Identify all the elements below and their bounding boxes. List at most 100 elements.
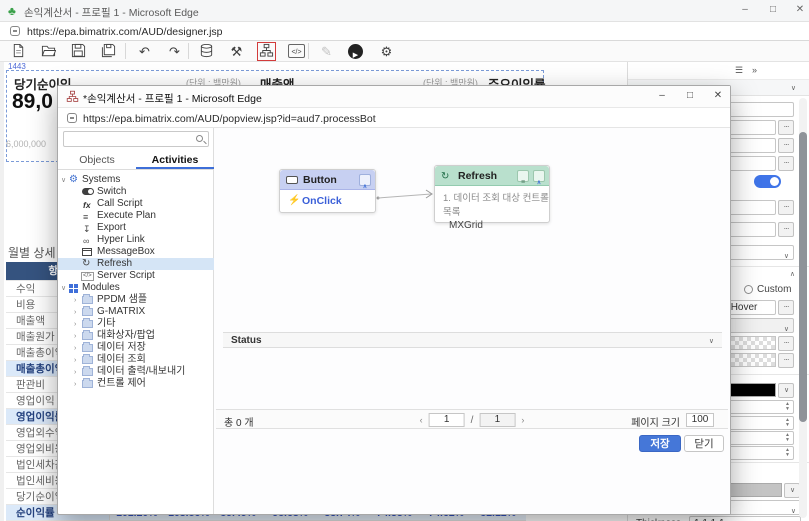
dialog-titlebar: *손익계산서 - 프로필 1 - Microsoft Edge – □ ✕ xyxy=(58,86,730,108)
page-separator: / xyxy=(471,415,474,426)
border-color-swatch[interactable] xyxy=(725,483,782,497)
settings-icon[interactable]: ⚙ xyxy=(378,43,395,60)
maximize-button[interactable]: □ xyxy=(766,4,780,15)
page-size-label: 페이지 크기 xyxy=(631,414,680,429)
dropdown-button[interactable]: ∨ xyxy=(784,483,800,498)
ellipsis-button[interactable]: ··· xyxy=(778,336,794,351)
tree-item-switch[interactable]: Switch xyxy=(58,186,214,198)
process-canvas[interactable]: Button ∧ ⚡ OnClick xyxy=(214,128,730,514)
button-node[interactable]: Button ∧ ⚡ OnClick xyxy=(279,169,376,213)
node-menu-button[interactable]: ≡ xyxy=(517,170,529,182)
tree-folder-데이터 출력/내보내기[interactable]: ›데이터 출력/내보내기 xyxy=(58,366,214,378)
panel-scrollbar-thumb[interactable] xyxy=(799,132,807,422)
process-designer-icon[interactable] xyxy=(258,43,275,60)
save-all-icon[interactable] xyxy=(100,43,117,60)
run-icon[interactable]: ▶ xyxy=(348,44,363,59)
visible-toggle[interactable] xyxy=(754,175,781,188)
total-count: 총 0 개 xyxy=(224,414,254,429)
tools-icon[interactable]: ⚒ xyxy=(228,43,245,60)
menu-icon[interactable]: ☰ xyxy=(735,65,743,76)
process-icon xyxy=(66,90,79,103)
ellipsis-button[interactable]: ··· xyxy=(778,353,794,368)
refresh-node-header[interactable]: ↻ Refresh ≡ ∧ xyxy=(435,166,549,186)
dialog-close-button[interactable]: ✕ xyxy=(711,90,725,101)
toggle-icon xyxy=(82,188,94,195)
chevron-right-icon: › xyxy=(74,379,76,391)
tree-folder-대화상자/팝업[interactable]: ›대화상자/팝업 xyxy=(58,330,214,342)
tree-folder-데이터 저장[interactable]: ›데이터 저장 xyxy=(58,342,214,354)
prev-page-button[interactable]: ‹ xyxy=(420,415,423,425)
ellipsis-button[interactable]: ··· xyxy=(778,120,794,135)
status-panel: Status ∨ xyxy=(223,332,722,348)
tree-root-systems[interactable]: ∨⚙Systems xyxy=(58,174,214,186)
folder-icon xyxy=(82,308,93,316)
open-folder-icon[interactable] xyxy=(40,43,57,60)
tree-item-refresh[interactable]: ↻Refresh xyxy=(58,258,214,270)
status-title: Status xyxy=(231,335,262,346)
redo-icon[interactable]: ↷ xyxy=(166,43,183,60)
dropdown-button[interactable]: ∨ xyxy=(778,383,794,398)
tab-activities[interactable]: Activities xyxy=(136,151,214,169)
ellipsis-button[interactable]: ··· xyxy=(778,300,794,315)
activities-tree: ∨⚙SystemsSwitchfxCall Script≡Execute Pla… xyxy=(58,174,214,390)
ellipsis-button[interactable]: ··· xyxy=(778,138,794,153)
folder-icon xyxy=(82,368,93,376)
chevron-up-icon[interactable]: ∧ xyxy=(790,270,795,278)
tree-item-execute-plan[interactable]: ≡Execute Plan xyxy=(58,210,214,222)
monthly-detail-label: 월별 상세 xyxy=(8,244,56,261)
tree-item-hyper-link[interactable]: ∞Hyper Link xyxy=(58,234,214,246)
tree-item-call-script[interactable]: fxCall Script xyxy=(58,198,214,210)
tree-root-modules[interactable]: ∨Modules xyxy=(58,282,214,294)
tree-folder-PPDM 샘플[interactable]: ›PPDM 샘플 xyxy=(58,294,214,306)
modules-icon xyxy=(69,284,78,293)
collapse-panel-icon[interactable]: » xyxy=(752,65,757,75)
dialog-maximize-button[interactable]: □ xyxy=(683,90,697,101)
next-page-button[interactable]: › xyxy=(521,415,524,425)
ellipsis-button[interactable]: ··· xyxy=(778,200,794,215)
button-node-header[interactable]: Button ∧ xyxy=(280,170,375,190)
collapse-node-button[interactable]: ∧ xyxy=(359,174,371,186)
chevron-down-icon: ∨ xyxy=(791,84,796,92)
pagination-bar: 총 0 개 ‹ 1 / 1 › 페이지 크기 100 xyxy=(216,409,728,429)
undo-icon[interactable]: ↶ xyxy=(136,43,153,60)
dialog-urlbar: https://epa.bimatrix.com/AUD/popview.jsp… xyxy=(58,108,730,128)
edit-icon[interactable]: ✎ xyxy=(318,43,335,60)
save-icon[interactable] xyxy=(70,43,87,60)
tree-folder-G-MATRIX[interactable]: ›G-MATRIX xyxy=(58,306,214,318)
axis-label: 6,000,000 xyxy=(6,139,46,149)
search-input[interactable] xyxy=(63,131,209,147)
save-button[interactable]: 저장 xyxy=(639,435,681,452)
widget-id-marker: 1443 xyxy=(8,62,26,71)
page-size-input[interactable]: 100 xyxy=(686,413,714,427)
tab-objects[interactable]: Objects xyxy=(58,151,136,169)
script-editor-icon[interactable]: </> xyxy=(288,44,305,58)
collapse-node-button[interactable]: ∧ xyxy=(533,170,545,182)
data-source-icon[interactable] xyxy=(198,43,215,60)
tree-folder-컨트롤 제어[interactable]: ›컨트롤 제어 xyxy=(58,378,214,390)
dialog-url-text[interactable]: https://epa.bimatrix.com/AUD/popview.jsp… xyxy=(83,113,376,125)
minimize-button[interactable]: – xyxy=(738,4,752,15)
tree-item-server-script[interactable]: </>Server Script xyxy=(58,270,214,282)
button-node-title: Button xyxy=(303,170,337,190)
event-icon: ⚡ xyxy=(288,195,300,206)
tree-item-messagebox[interactable]: MessageBox xyxy=(58,246,214,258)
tree-folder-데이터 조회[interactable]: ›데이터 조회 xyxy=(58,354,214,366)
folder-icon xyxy=(82,380,93,388)
thickness-field[interactable]: 1 1 1 1 xyxy=(689,516,801,521)
page-input[interactable]: 1 xyxy=(429,413,465,427)
left-gutter xyxy=(0,62,4,521)
screen: ♣ 손익계산서 - 프로필 1 - Microsoft Edge – □ ✕ h… xyxy=(0,0,809,521)
ellipsis-button[interactable]: ··· xyxy=(778,222,794,237)
new-file-icon[interactable] xyxy=(10,43,27,60)
toolbar-divider xyxy=(308,43,309,59)
close-dialog-button[interactable]: 닫기 xyxy=(684,435,724,452)
refresh-node[interactable]: ↻ Refresh ≡ ∧ 1. 데이터 조회 대상 컨트롤 목록 MXGrid xyxy=(434,165,550,223)
ellipsis-button[interactable]: ··· xyxy=(778,156,794,171)
close-button[interactable]: ✕ xyxy=(793,4,807,15)
dialog-minimize-button[interactable]: – xyxy=(655,90,669,101)
custom-radio[interactable] xyxy=(744,285,753,294)
tree-item-export[interactable]: ↧Export xyxy=(58,222,214,234)
tree-folder-기타[interactable]: ›기타 xyxy=(58,318,214,330)
status-header[interactable]: Status ∨ xyxy=(223,332,722,348)
url-text[interactable]: https://epa.bimatrix.com/AUD/designer.js… xyxy=(27,26,223,38)
